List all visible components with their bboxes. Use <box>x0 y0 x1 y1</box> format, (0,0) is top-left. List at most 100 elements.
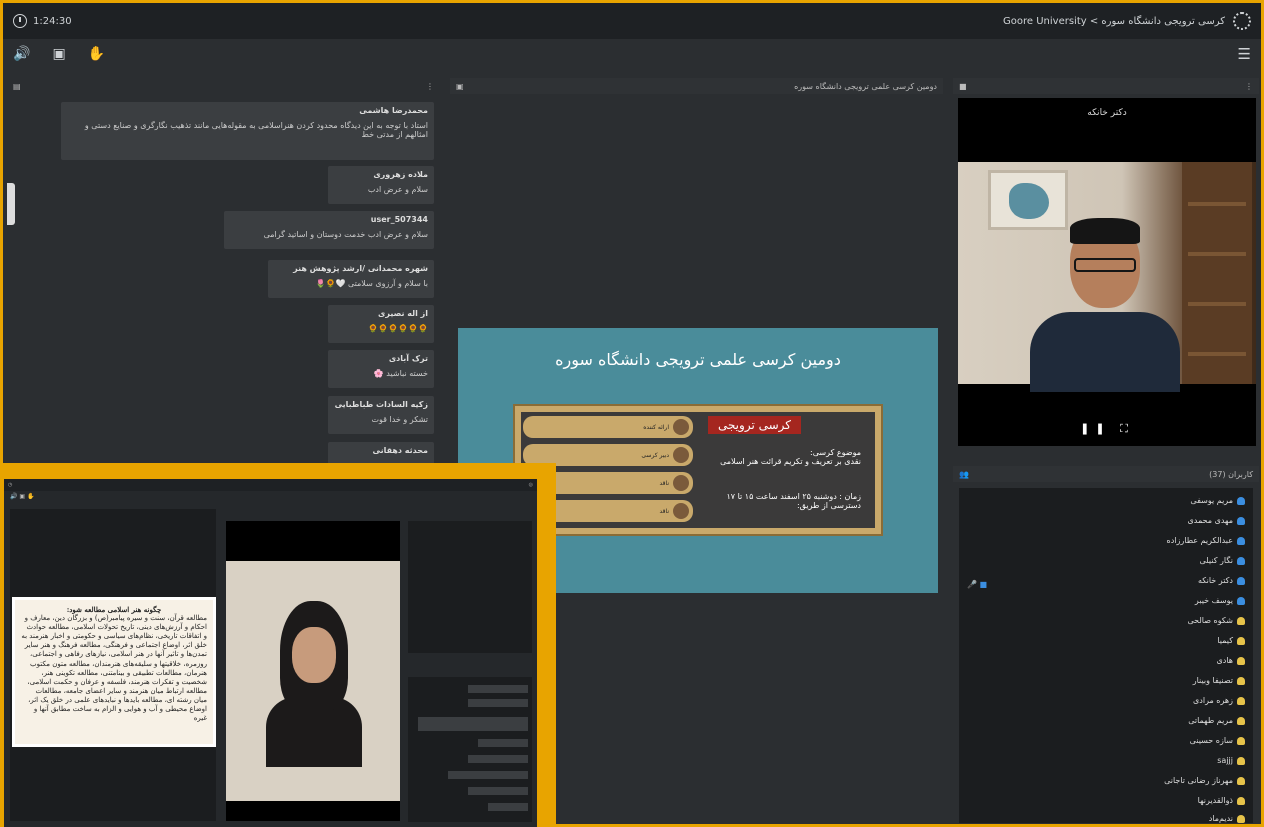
users-icon: 👥 <box>959 469 969 479</box>
speaker-glasses <box>1074 258 1136 272</box>
access-text: دسترسی از طریق: <box>796 501 861 510</box>
chat-text: 🌻🌻🌻🌻🌻🌻 <box>368 324 428 333</box>
camera-view: دکتر خانکه ❚❚ ⛶ <box>958 98 1256 446</box>
user-icon <box>1237 536 1245 545</box>
user-item[interactable]: تصنیفا وبینار <box>1193 676 1245 685</box>
camera-name: دکتر خانکه <box>1087 108 1127 118</box>
inset-top-bar: ◷ ◎ <box>4 479 537 491</box>
chat-sender: محمدرضا هاشمی <box>359 106 428 115</box>
date-text: زمان : دوشنبه ۲۵ اسفند ساعت ۱۵ تا ۱۷ <box>726 492 861 501</box>
chat-sender: ترک آبادی <box>388 354 428 363</box>
topic-label: موضوع کرسی: <box>810 448 861 457</box>
inset-toolbar: 🔊 ▣ ✋ <box>10 493 35 500</box>
university-logo-icon <box>1233 12 1251 30</box>
chat-text: تشکر و خدا قوت <box>371 415 428 424</box>
user-item[interactable]: مریم یوسفی <box>1190 496 1245 505</box>
chat-text: با سلام و آرزوی سلامتی 🤍🌻🌷 <box>315 279 428 288</box>
users-panel: 👥 کاربران (37) 🎤 ■ مریم یوسفی مهدی محمدی… <box>953 466 1259 824</box>
users-header: 👥 کاربران (37) <box>953 466 1259 482</box>
chat-message: ملاده زهروری سلام و عرض ادب <box>328 166 434 204</box>
user-icon <box>1237 814 1245 823</box>
user-item[interactable]: کیمیا <box>1217 636 1245 645</box>
inset-document: چگونه هنر اسلامی مطالعه شود: مطالعه قرآن… <box>12 597 216 747</box>
inset-clock-icon: ◷ <box>8 482 13 488</box>
user-icon <box>1237 696 1245 705</box>
toolbar: 🔊 ▣ ✋ ☰ <box>3 39 1261 69</box>
speaker-hair <box>1070 218 1140 244</box>
user-item[interactable]: sajjj <box>1217 756 1245 765</box>
topic-text: نقدی بر تعریف و تکریم قرائت هنر اسلامی <box>720 457 861 466</box>
speaker-figure <box>1030 218 1180 392</box>
chat-icon: ▤ <box>13 81 21 91</box>
user-item[interactable]: سازه حسینی <box>1190 736 1245 745</box>
inset-user-list <box>408 521 532 653</box>
chat-options-icon[interactable]: ⋮ <box>426 82 434 91</box>
user-icon <box>1237 636 1245 645</box>
user-icon <box>1237 616 1245 625</box>
speaker-body <box>1030 312 1180 392</box>
bookshelf <box>1182 162 1252 384</box>
chat-message: محمدرضا هاشمی استاد با توجه به این دیدگا… <box>61 102 434 160</box>
camera-options-icon[interactable]: ⋮ <box>1245 82 1253 91</box>
screen-share-icon[interactable]: ▣ <box>52 46 65 62</box>
timer-text: 1:24:30 <box>33 15 72 27</box>
inset-speaker-figure <box>266 601 362 767</box>
webcam-video <box>958 162 1256 392</box>
chat-sender: زکیه السادات طباطبایی <box>334 400 428 409</box>
chat-message: ترک آبادی خسته نباشید 🌸 <box>328 350 434 388</box>
chat-sender: ملاده زهروری <box>373 170 428 179</box>
chat-message: user_507344 سلام و عرض ادب خدمت دوستان و… <box>224 211 434 249</box>
user-item[interactable]: نگار کنیلی <box>1200 556 1245 565</box>
user-item[interactable]: زهره مرادی <box>1193 696 1245 705</box>
menu-icon[interactable]: ☰ <box>1238 45 1251 63</box>
wall-painting <box>988 170 1068 230</box>
chat-message: از اله نصیری 🌻🌻🌻🌻🌻🌻 <box>328 305 434 343</box>
user-item[interactable]: ندیم‌ماد <box>1209 814 1245 823</box>
user-icon <box>1237 796 1245 805</box>
inset-webcam-video <box>226 521 400 821</box>
chat-header: ▤ ⋮ <box>7 78 440 94</box>
audio-icon[interactable]: 🔊 <box>13 46 30 62</box>
chat-text: استاد با توجه به این دیدگاه محدود کردن ه… <box>84 121 428 139</box>
user-icon <box>1237 756 1245 765</box>
clock-icon <box>13 14 27 28</box>
user-icon <box>1237 716 1245 725</box>
user-item[interactable]: عبدالکریم عطارزاده <box>1167 536 1245 545</box>
inset-doc-text: مطالعه قرآن، سنت و سیره پیامبر(ص) و بزرگ… <box>21 614 207 723</box>
chat-sender: شهره محمدانی /ارشد پژوهش هنر <box>293 264 428 273</box>
user-icon <box>1237 776 1245 785</box>
user-icon <box>1237 556 1245 565</box>
speaker-photo <box>673 503 689 519</box>
meeting-title-text: Goore University < کرسی ترویجی دانشگاه س… <box>1003 15 1225 27</box>
speaker-photo <box>673 475 689 491</box>
panel-resize-handle[interactable] <box>7 183 15 225</box>
meeting-title: Goore University < کرسی ترویجی دانشگاه س… <box>1003 12 1251 30</box>
chat-message: زکیه السادات طباطبایی تشکر و خدا قوت <box>328 396 434 434</box>
inset-logo-icon: ◎ <box>528 482 533 488</box>
chat-panel: ▤ ⋮ محمدرضا هاشمی استاد با توجه به این د… <box>7 78 440 478</box>
chat-sender: user_507344 <box>370 215 428 224</box>
banner-topic: موضوع کرسی: نقدی بر تعریف و تکریم قرائت … <box>691 448 861 466</box>
event-banner: کرسی ترویجی موضوع کرسی: نقدی بر تعریف و … <box>513 404 883 536</box>
user-item[interactable]: هادی <box>1217 656 1245 665</box>
slide-title: دومین کرسی علمی ترویجی دانشگاه سوره <box>555 350 841 369</box>
user-item[interactable]: یوسف خیبر <box>1195 596 1245 605</box>
inset-screenshot: ◷ ◎ 🔊 ▣ ✋ چگونه هنر اسلامی مطالعه شود: مط… <box>0 463 556 827</box>
user-icon <box>1237 516 1245 525</box>
presentation-icon: ▣ <box>456 81 464 91</box>
banner-label: کرسی ترویجی <box>707 416 801 434</box>
user-item[interactable]: مهدی محمدی <box>1187 516 1245 525</box>
speaker-photo <box>673 447 689 463</box>
user-list: 🎤 ■ مریم یوسفی مهدی محمدی عبدالکریم عطار… <box>959 488 1253 823</box>
raise-hand-icon[interactable]: ✋ <box>88 46 105 62</box>
user-item[interactable]: مریم طهماتی <box>1188 716 1245 725</box>
users-count: کاربران (37) <box>1209 469 1253 479</box>
inset-screen: ◷ ◎ 🔊 ▣ ✋ چگونه هنر اسلامی مطالعه شود: مط… <box>4 479 537 827</box>
user-item[interactable]: مهرناز رضانی تاجانی <box>1164 776 1245 785</box>
user-item[interactable]: ذوالقدیرنها <box>1198 796 1245 805</box>
user-item[interactable]: دکتر خانکه <box>1198 576 1245 585</box>
video-controls[interactable]: ❚❚ ⛶ <box>958 422 1256 436</box>
chat-sender: محدثه دهقانی <box>372 446 429 455</box>
user-item[interactable]: شکوه صالحی <box>1188 616 1245 625</box>
chat-text: سلام و عرض ادب خدمت دوستان و اساتید گرام… <box>263 230 428 239</box>
